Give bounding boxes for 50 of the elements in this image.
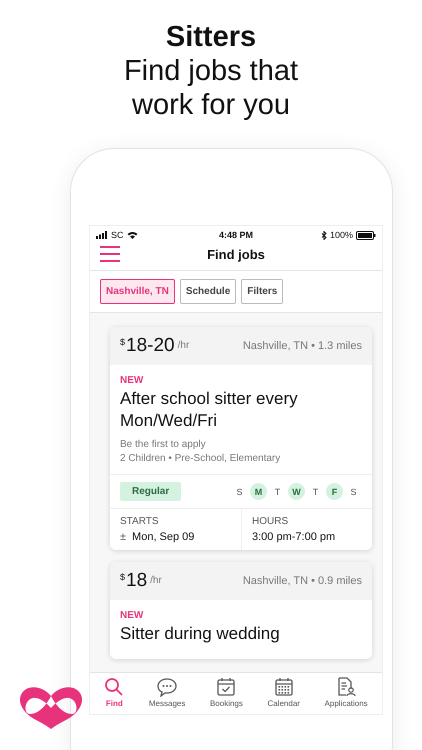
battery-icon [356, 230, 376, 240]
weekday: T [274, 486, 282, 498]
bluetooth-icon [320, 230, 327, 240]
tab-bar-item[interactable]: Applications [322, 677, 370, 708]
tab-bar-item[interactable]: Messages [146, 677, 188, 708]
headline-title: Sitters [166, 20, 256, 54]
carrier-name: SC [111, 230, 124, 240]
new-label: NEW [120, 610, 144, 621]
weekday: M [250, 483, 267, 500]
filter-chip[interactable]: Filters [241, 279, 284, 304]
hours-label: HOURS [252, 516, 290, 527]
rate-unit: /hr [150, 575, 162, 586]
new-label: NEW [120, 375, 144, 386]
tab-bar-item[interactable]: Bookings [208, 677, 245, 708]
job-title: After school sitter every Mon/Wed/Fri [120, 388, 299, 432]
chat-bubble-icon [157, 677, 178, 697]
schedule-tag: Regular [120, 482, 182, 501]
currency-sign: $ [120, 337, 126, 347]
job-location: Nashville, TN • 1.3 miles [242, 340, 362, 352]
weekday: S [349, 486, 358, 498]
pay-rate: 18 [126, 570, 148, 592]
start-date: Mon, Sep 09 [132, 531, 194, 543]
weekday: T [312, 486, 320, 498]
starts-label: STARTS [120, 516, 160, 527]
job-location: Nashville, TN • 0.9 miles [242, 575, 362, 587]
calendar-check-icon [216, 677, 236, 697]
rate-unit: /hr [178, 340, 190, 351]
screen-title: Find jobs [206, 246, 266, 262]
weekday: S [235, 486, 244, 498]
hours-value: 3:00 pm-7:00 pm [252, 531, 336, 543]
job-title: Sitter during wedding [120, 623, 281, 645]
weekday: F [326, 483, 343, 500]
calendar-icon [274, 677, 294, 697]
tab-bar-item[interactable]: Find [102, 677, 126, 708]
job-details: 2 Children • Pre-School, Elementary [120, 452, 282, 466]
search-icon [104, 677, 124, 697]
status-time: 4:48 PM [218, 230, 253, 240]
filter-chip[interactable]: Schedule [180, 279, 236, 304]
wifi-icon [126, 231, 138, 239]
weekday: W [288, 483, 305, 500]
tab-bar-item[interactable]: Calendar [265, 677, 302, 708]
menu-icon[interactable] [100, 246, 120, 262]
pay-rate: 18-20 [126, 335, 175, 357]
job-note: Be the first to apply [120, 438, 207, 452]
plus-minus-mark: ± [120, 531, 126, 543]
battery-percent: 100% [330, 230, 353, 240]
currency-sign: $ [120, 572, 126, 582]
signal-icon [96, 231, 108, 239]
document-person-icon [336, 677, 356, 697]
headline-subtitle: Find jobs that work for you [122, 54, 300, 122]
